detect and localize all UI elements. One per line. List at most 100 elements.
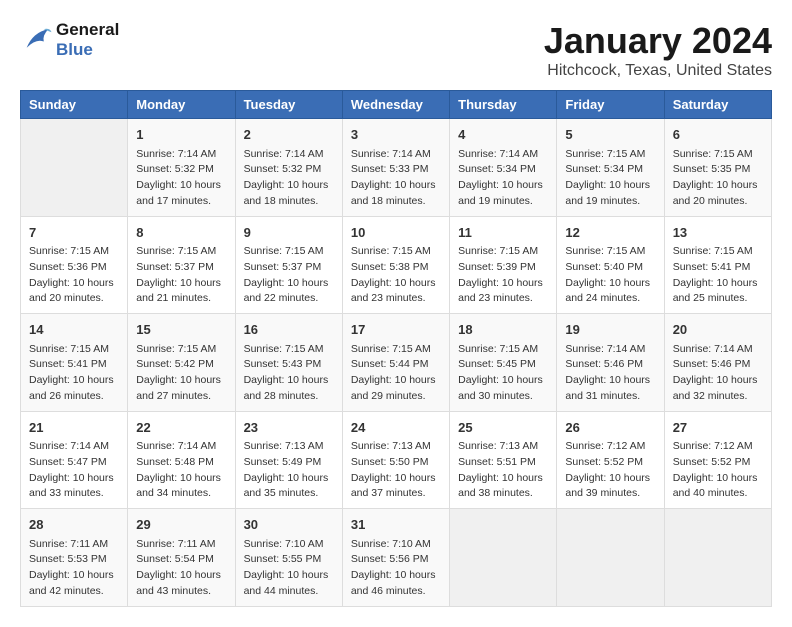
calendar-cell: 19Sunrise: 7:14 AMSunset: 5:46 PMDayligh… [557, 314, 664, 412]
calendar-cell: 27Sunrise: 7:12 AMSunset: 5:52 PMDayligh… [664, 411, 771, 509]
day-number: 23 [244, 418, 334, 438]
calendar-week-row: 28Sunrise: 7:11 AMSunset: 5:53 PMDayligh… [21, 509, 772, 607]
calendar-cell: 15Sunrise: 7:15 AMSunset: 5:42 PMDayligh… [128, 314, 235, 412]
logo-icon [20, 26, 52, 54]
day-number: 15 [136, 320, 226, 340]
calendar-cell: 16Sunrise: 7:15 AMSunset: 5:43 PMDayligh… [235, 314, 342, 412]
day-info: Sunrise: 7:13 AMSunset: 5:51 PMDaylight:… [458, 439, 548, 502]
day-info: Sunrise: 7:14 AMSunset: 5:48 PMDaylight:… [136, 439, 226, 502]
calendar-table: SundayMondayTuesdayWednesdayThursdayFrid… [20, 90, 772, 607]
calendar-title: January 2024 [544, 20, 772, 62]
day-number: 30 [244, 515, 334, 535]
day-info: Sunrise: 7:15 AMSunset: 5:43 PMDaylight:… [244, 342, 334, 405]
day-number: 11 [458, 223, 548, 243]
calendar-cell: 17Sunrise: 7:15 AMSunset: 5:44 PMDayligh… [342, 314, 449, 412]
day-info: Sunrise: 7:15 AMSunset: 5:42 PMDaylight:… [136, 342, 226, 405]
day-info: Sunrise: 7:15 AMSunset: 5:37 PMDaylight:… [244, 244, 334, 307]
calendar-cell [450, 509, 557, 607]
weekday-header: Sunday [21, 91, 128, 119]
weekday-header: Monday [128, 91, 235, 119]
logo-line2: Blue [56, 40, 119, 60]
calendar-week-row: 14Sunrise: 7:15 AMSunset: 5:41 PMDayligh… [21, 314, 772, 412]
calendar-cell: 7Sunrise: 7:15 AMSunset: 5:36 PMDaylight… [21, 216, 128, 314]
day-number: 25 [458, 418, 548, 438]
day-info: Sunrise: 7:14 AMSunset: 5:46 PMDaylight:… [673, 342, 763, 405]
day-info: Sunrise: 7:14 AMSunset: 5:32 PMDaylight:… [136, 147, 226, 210]
day-number: 9 [244, 223, 334, 243]
weekday-header-row: SundayMondayTuesdayWednesdayThursdayFrid… [21, 91, 772, 119]
calendar-cell: 4Sunrise: 7:14 AMSunset: 5:34 PMDaylight… [450, 119, 557, 217]
calendar-week-row: 21Sunrise: 7:14 AMSunset: 5:47 PMDayligh… [21, 411, 772, 509]
calendar-cell: 21Sunrise: 7:14 AMSunset: 5:47 PMDayligh… [21, 411, 128, 509]
day-info: Sunrise: 7:15 AMSunset: 5:35 PMDaylight:… [673, 147, 763, 210]
day-number: 22 [136, 418, 226, 438]
day-number: 12 [565, 223, 655, 243]
day-info: Sunrise: 7:11 AMSunset: 5:54 PMDaylight:… [136, 537, 226, 600]
calendar-cell: 29Sunrise: 7:11 AMSunset: 5:54 PMDayligh… [128, 509, 235, 607]
day-number: 1 [136, 125, 226, 145]
calendar-cell: 10Sunrise: 7:15 AMSunset: 5:38 PMDayligh… [342, 216, 449, 314]
day-info: Sunrise: 7:15 AMSunset: 5:40 PMDaylight:… [565, 244, 655, 307]
day-info: Sunrise: 7:15 AMSunset: 5:41 PMDaylight:… [673, 244, 763, 307]
calendar-subtitle: Hitchcock, Texas, United States [544, 62, 772, 80]
day-number: 17 [351, 320, 441, 340]
calendar-cell [664, 509, 771, 607]
calendar-cell: 18Sunrise: 7:15 AMSunset: 5:45 PMDayligh… [450, 314, 557, 412]
day-number: 10 [351, 223, 441, 243]
calendar-cell: 25Sunrise: 7:13 AMSunset: 5:51 PMDayligh… [450, 411, 557, 509]
day-number: 20 [673, 320, 763, 340]
calendar-cell [557, 509, 664, 607]
day-number: 13 [673, 223, 763, 243]
day-info: Sunrise: 7:14 AMSunset: 5:47 PMDaylight:… [29, 439, 119, 502]
calendar-cell: 31Sunrise: 7:10 AMSunset: 5:56 PMDayligh… [342, 509, 449, 607]
day-info: Sunrise: 7:10 AMSunset: 5:56 PMDaylight:… [351, 537, 441, 600]
calendar-cell: 13Sunrise: 7:15 AMSunset: 5:41 PMDayligh… [664, 216, 771, 314]
logo-line1: General [56, 20, 119, 40]
day-info: Sunrise: 7:15 AMSunset: 5:45 PMDaylight:… [458, 342, 548, 405]
day-number: 31 [351, 515, 441, 535]
day-number: 8 [136, 223, 226, 243]
day-number: 5 [565, 125, 655, 145]
calendar-cell: 23Sunrise: 7:13 AMSunset: 5:49 PMDayligh… [235, 411, 342, 509]
day-info: Sunrise: 7:14 AMSunset: 5:32 PMDaylight:… [244, 147, 334, 210]
day-info: Sunrise: 7:14 AMSunset: 5:46 PMDaylight:… [565, 342, 655, 405]
weekday-header: Thursday [450, 91, 557, 119]
day-info: Sunrise: 7:12 AMSunset: 5:52 PMDaylight:… [673, 439, 763, 502]
weekday-header: Tuesday [235, 91, 342, 119]
calendar-cell: 20Sunrise: 7:14 AMSunset: 5:46 PMDayligh… [664, 314, 771, 412]
calendar-cell: 30Sunrise: 7:10 AMSunset: 5:55 PMDayligh… [235, 509, 342, 607]
day-info: Sunrise: 7:15 AMSunset: 5:44 PMDaylight:… [351, 342, 441, 405]
day-number: 18 [458, 320, 548, 340]
day-info: Sunrise: 7:15 AMSunset: 5:41 PMDaylight:… [29, 342, 119, 405]
day-number: 19 [565, 320, 655, 340]
weekday-header: Wednesday [342, 91, 449, 119]
calendar-cell: 14Sunrise: 7:15 AMSunset: 5:41 PMDayligh… [21, 314, 128, 412]
day-info: Sunrise: 7:15 AMSunset: 5:37 PMDaylight:… [136, 244, 226, 307]
day-number: 29 [136, 515, 226, 535]
calendar-cell: 26Sunrise: 7:12 AMSunset: 5:52 PMDayligh… [557, 411, 664, 509]
day-info: Sunrise: 7:15 AMSunset: 5:39 PMDaylight:… [458, 244, 548, 307]
day-number: 4 [458, 125, 548, 145]
day-info: Sunrise: 7:15 AMSunset: 5:38 PMDaylight:… [351, 244, 441, 307]
calendar-week-row: 1Sunrise: 7:14 AMSunset: 5:32 PMDaylight… [21, 119, 772, 217]
day-info: Sunrise: 7:12 AMSunset: 5:52 PMDaylight:… [565, 439, 655, 502]
day-number: 27 [673, 418, 763, 438]
calendar-cell: 12Sunrise: 7:15 AMSunset: 5:40 PMDayligh… [557, 216, 664, 314]
page-header: General Blue January 2024 Hitchcock, Tex… [20, 20, 772, 80]
weekday-header: Saturday [664, 91, 771, 119]
day-number: 14 [29, 320, 119, 340]
calendar-cell: 3Sunrise: 7:14 AMSunset: 5:33 PMDaylight… [342, 119, 449, 217]
day-info: Sunrise: 7:15 AMSunset: 5:34 PMDaylight:… [565, 147, 655, 210]
logo: General Blue [20, 20, 119, 61]
day-info: Sunrise: 7:14 AMSunset: 5:34 PMDaylight:… [458, 147, 548, 210]
calendar-cell: 5Sunrise: 7:15 AMSunset: 5:34 PMDaylight… [557, 119, 664, 217]
day-info: Sunrise: 7:15 AMSunset: 5:36 PMDaylight:… [29, 244, 119, 307]
calendar-cell [21, 119, 128, 217]
day-number: 28 [29, 515, 119, 535]
day-number: 7 [29, 223, 119, 243]
title-block: January 2024 Hitchcock, Texas, United St… [544, 20, 772, 80]
day-number: 24 [351, 418, 441, 438]
weekday-header: Friday [557, 91, 664, 119]
calendar-cell: 9Sunrise: 7:15 AMSunset: 5:37 PMDaylight… [235, 216, 342, 314]
day-number: 16 [244, 320, 334, 340]
